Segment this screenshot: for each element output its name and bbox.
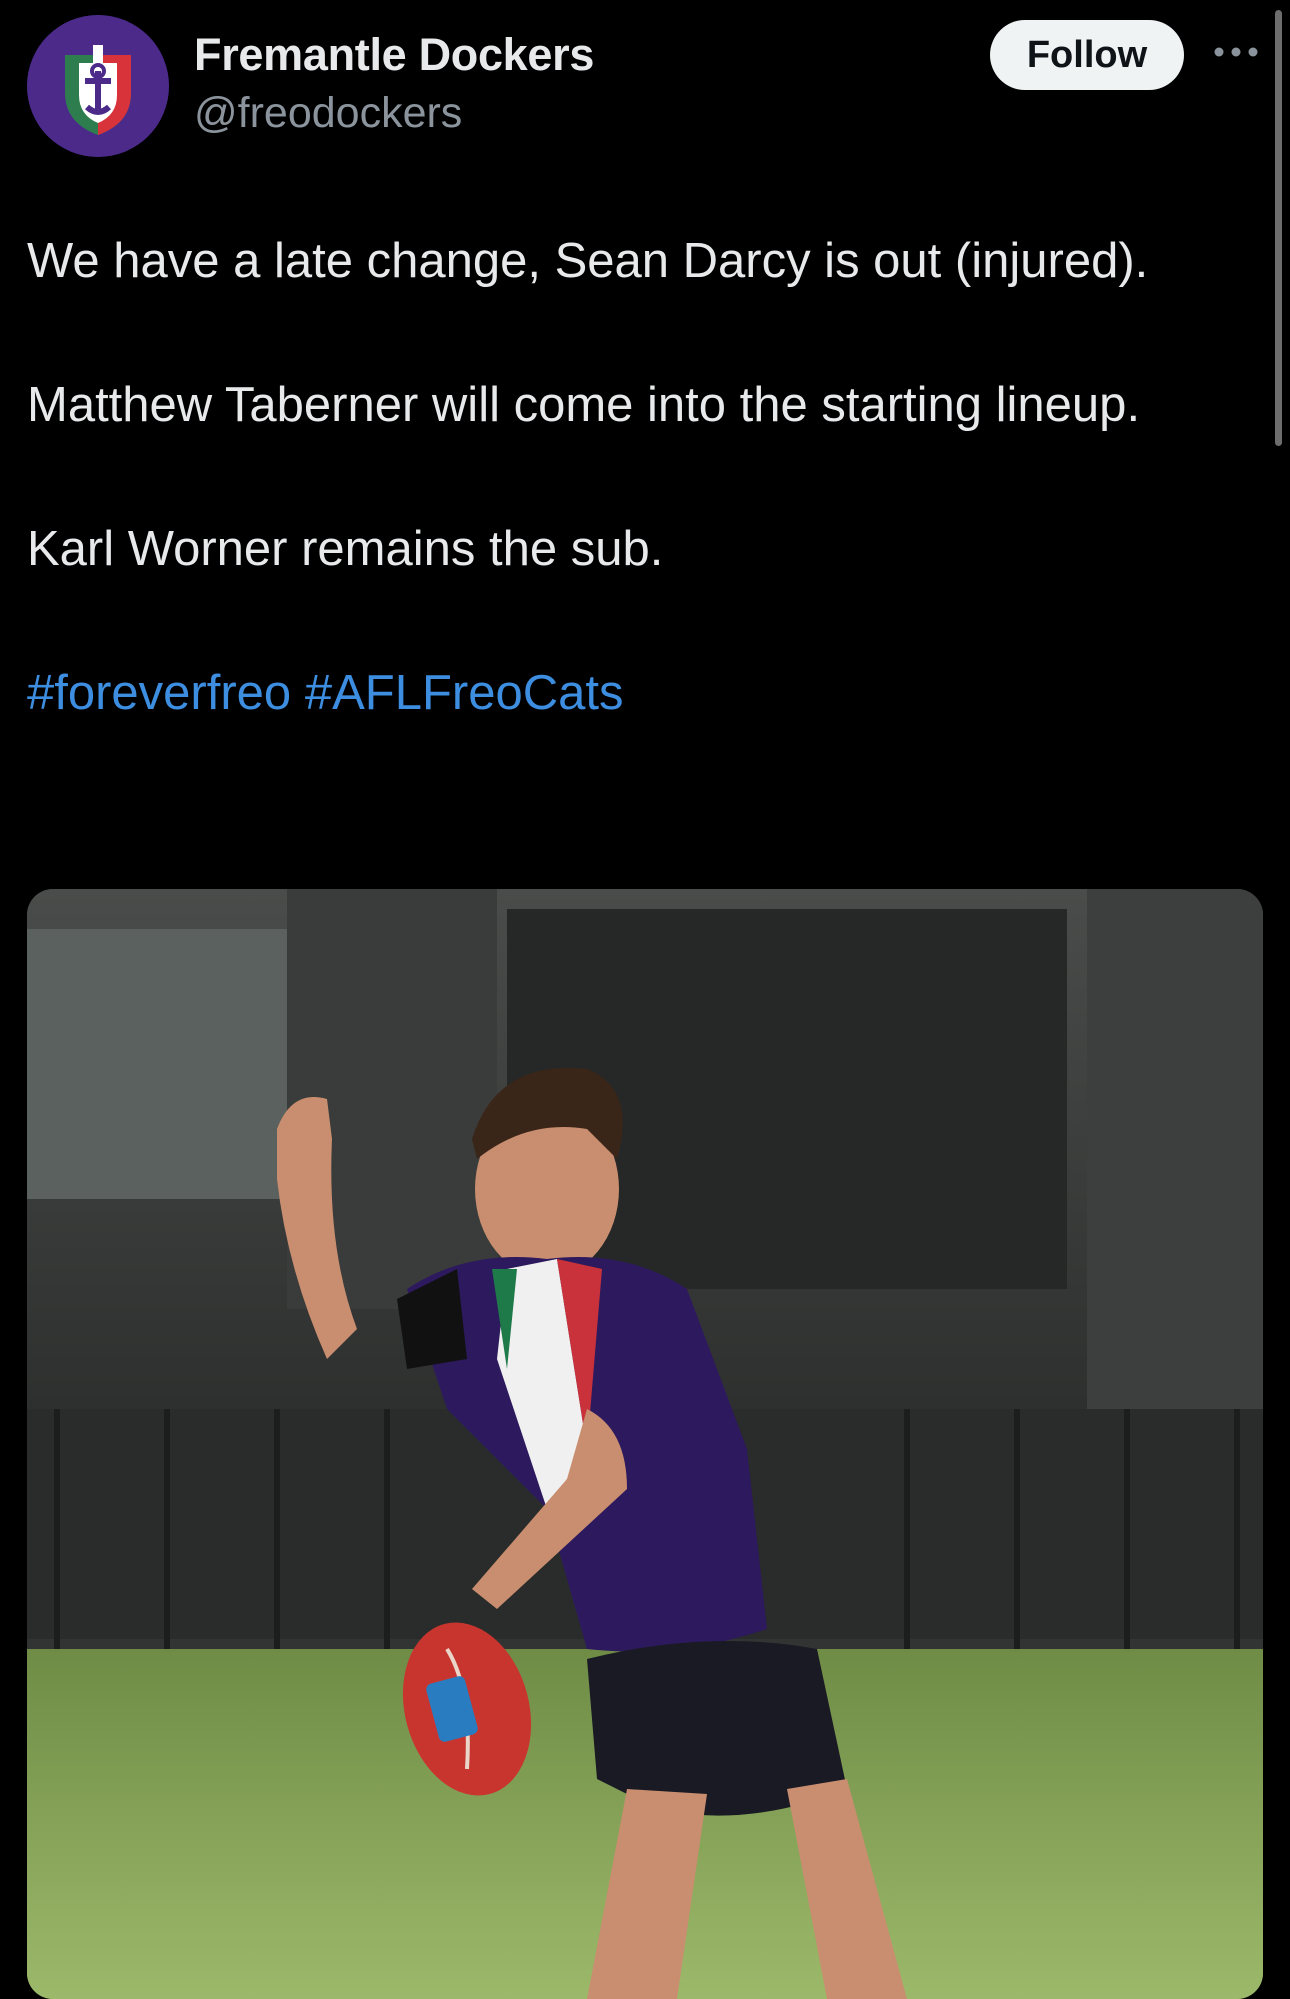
account-names: Fremantle Dockers @freodockers <box>194 27 594 143</box>
tweet-paragraph: We have a late change, Sean Darcy is out… <box>27 234 1149 288</box>
fremantle-dockers-logo-icon <box>27 15 169 157</box>
display-name[interactable]: Fremantle Dockers <box>194 27 594 83</box>
tweet-paragraph: Matthew Taberner will come into the star… <box>27 378 1141 432</box>
tweet-media-image[interactable] <box>27 889 1263 1999</box>
hashtag-link[interactable]: #AFLFreoCats <box>305 666 624 720</box>
tweet-text: We have a late change, Sean Darcy is out… <box>27 225 1267 729</box>
more-options-icon[interactable] <box>1211 37 1261 67</box>
player-kicking-photo <box>27 889 1263 1999</box>
scrollbar[interactable] <box>1275 10 1282 446</box>
account-handle[interactable]: @freodockers <box>194 83 594 143</box>
follow-button[interactable]: Follow <box>990 20 1184 90</box>
tweet-header: Fremantle Dockers @freodockers Follow <box>27 15 1263 157</box>
hashtag-line: #foreverfreo #AFLFreoCats <box>27 657 1267 729</box>
tweet-paragraph: Karl Worner remains the sub. <box>27 522 664 576</box>
avatar[interactable] <box>27 15 169 157</box>
hashtag-link[interactable]: #foreverfreo <box>27 666 291 720</box>
